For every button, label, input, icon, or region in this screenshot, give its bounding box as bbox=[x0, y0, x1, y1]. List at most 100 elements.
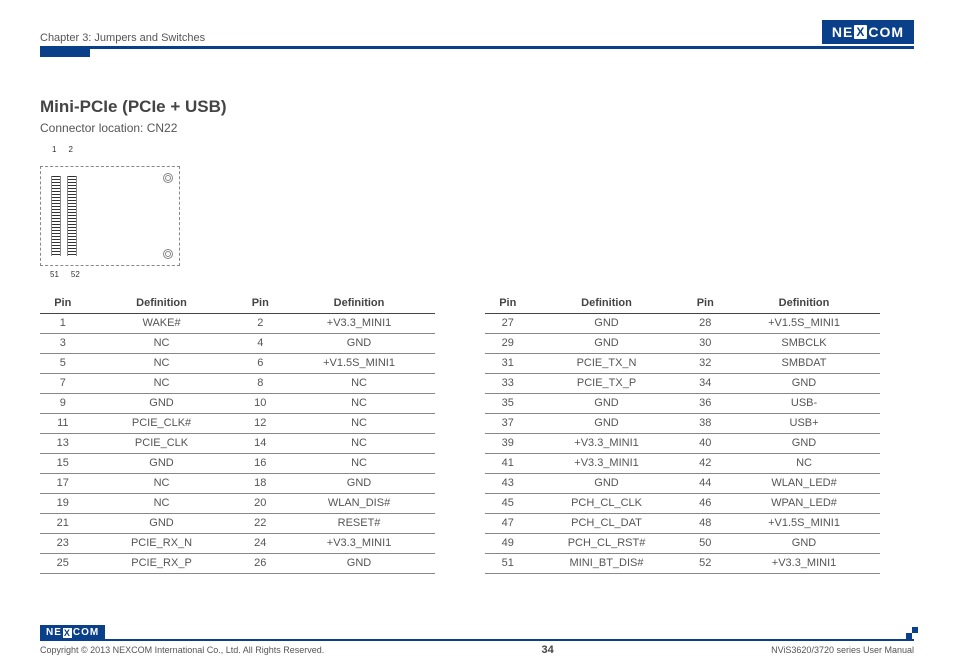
brand-left: NE bbox=[46, 627, 62, 638]
cell-definition: NC bbox=[283, 413, 435, 433]
cell-pin: 17 bbox=[40, 473, 86, 493]
cell-definition: PCIE_TX_P bbox=[531, 373, 683, 393]
table-row: 25PCIE_RX_P26GND bbox=[40, 553, 435, 573]
table-row: 21GND22RESET# bbox=[40, 513, 435, 533]
cell-pin: 33 bbox=[485, 373, 531, 393]
cell-definition: NC bbox=[86, 353, 238, 373]
table-row: 3NC4GND bbox=[40, 333, 435, 353]
cell-definition: +V1.5S_MINI1 bbox=[728, 513, 880, 533]
cell-definition: GND bbox=[283, 553, 435, 573]
cell-pin: 8 bbox=[237, 373, 283, 393]
footer-logo: NEXCOM bbox=[40, 625, 105, 640]
cell-definition: GND bbox=[283, 333, 435, 353]
cell-pin: 18 bbox=[237, 473, 283, 493]
table-row: 45PCH_CL_CLK46WPAN_LED# bbox=[485, 493, 880, 513]
th-def: Definition bbox=[728, 293, 880, 313]
cell-pin: 48 bbox=[682, 513, 728, 533]
cell-definition: SMBDAT bbox=[728, 353, 880, 373]
header-rule bbox=[40, 46, 914, 49]
cell-pin: 5 bbox=[40, 353, 86, 373]
cell-pin: 51 bbox=[485, 553, 531, 573]
cell-definition: PCH_CL_CLK bbox=[531, 493, 683, 513]
cell-pin: 50 bbox=[682, 533, 728, 553]
table-row: 1WAKE#2+V3.3_MINI1 bbox=[40, 313, 435, 333]
pin-label-52: 52 bbox=[71, 270, 80, 279]
table-row: 37GND38USB+ bbox=[485, 413, 880, 433]
cell-definition: PCIE_CLK# bbox=[86, 413, 238, 433]
cell-pin: 15 bbox=[40, 453, 86, 473]
cell-pin: 20 bbox=[237, 493, 283, 513]
th-pin: Pin bbox=[237, 293, 283, 313]
cell-pin: 2 bbox=[237, 313, 283, 333]
cell-pin: 32 bbox=[682, 353, 728, 373]
cell-definition: GND bbox=[531, 393, 683, 413]
table-row: 43GND44WLAN_LED# bbox=[485, 473, 880, 493]
cell-pin: 13 bbox=[40, 433, 86, 453]
cell-pin: 22 bbox=[237, 513, 283, 533]
pin-table-left: Pin Definition Pin Definition 1WAKE#2+V3… bbox=[40, 293, 435, 574]
pin-label-51: 51 bbox=[50, 270, 59, 279]
cell-pin: 19 bbox=[40, 493, 86, 513]
mount-hole-icon bbox=[163, 249, 173, 259]
table-row: 35GND36USB- bbox=[485, 393, 880, 413]
cell-pin: 4 bbox=[237, 333, 283, 353]
cell-definition: NC bbox=[283, 373, 435, 393]
pin-labels-top: 1 2 bbox=[40, 145, 914, 154]
cell-definition: MINI_BT_DIS# bbox=[531, 553, 683, 573]
table-row: 51MINI_BT_DIS#52+V3.3_MINI1 bbox=[485, 553, 880, 573]
cell-pin: 38 bbox=[682, 413, 728, 433]
cell-definition: PCIE_CLK bbox=[86, 433, 238, 453]
th-def: Definition bbox=[283, 293, 435, 313]
cell-pin: 21 bbox=[40, 513, 86, 533]
cell-pin: 45 bbox=[485, 493, 531, 513]
cell-pin: 3 bbox=[40, 333, 86, 353]
cell-definition: GND bbox=[283, 473, 435, 493]
table-row: 31PCIE_TX_N32SMBDAT bbox=[485, 353, 880, 373]
cell-pin: 6 bbox=[237, 353, 283, 373]
cell-pin: 1 bbox=[40, 313, 86, 333]
header-accent bbox=[40, 49, 90, 57]
cell-pin: 44 bbox=[682, 473, 728, 493]
cell-pin: 14 bbox=[237, 433, 283, 453]
mount-hole-icon bbox=[163, 173, 173, 183]
cell-pin: 52 bbox=[682, 553, 728, 573]
cell-definition: +V3.3_MINI1 bbox=[283, 313, 435, 333]
cell-definition: GND bbox=[531, 413, 683, 433]
corner-ornament-icon bbox=[906, 627, 918, 639]
cell-pin: 49 bbox=[485, 533, 531, 553]
chapter-title: Chapter 3: Jumpers and Switches bbox=[40, 32, 205, 44]
cell-definition: WLAN_DIS# bbox=[283, 493, 435, 513]
pin-label-2: 2 bbox=[68, 145, 72, 154]
th-pin: Pin bbox=[40, 293, 86, 313]
cell-pin: 24 bbox=[237, 533, 283, 553]
cell-definition: GND bbox=[728, 533, 880, 553]
cell-definition: GND bbox=[531, 333, 683, 353]
cell-definition: GND bbox=[531, 473, 683, 493]
pin-labels-bottom: 51 52 bbox=[40, 270, 914, 279]
table-row: 29GND30SMBCLK bbox=[485, 333, 880, 353]
cell-pin: 31 bbox=[485, 353, 531, 373]
cell-pin: 36 bbox=[682, 393, 728, 413]
table-row: 23PCIE_RX_N24+V3.3_MINI1 bbox=[40, 533, 435, 553]
cell-definition: +V3.3_MINI1 bbox=[531, 453, 683, 473]
cell-pin: 47 bbox=[485, 513, 531, 533]
brand-x-icon: X bbox=[854, 25, 867, 39]
pinstrip-left bbox=[51, 176, 61, 256]
cell-pin: 43 bbox=[485, 473, 531, 493]
cell-definition: +V3.3_MINI1 bbox=[283, 533, 435, 553]
cell-definition: +V3.3_MINI1 bbox=[728, 553, 880, 573]
th-pin: Pin bbox=[485, 293, 531, 313]
footer: NEXCOM Copyright © 2013 NEXCOM Internati… bbox=[40, 639, 914, 656]
cell-pin: 10 bbox=[237, 393, 283, 413]
th-pin: Pin bbox=[682, 293, 728, 313]
table-row: 15GND16NC bbox=[40, 453, 435, 473]
table-row: 33PCIE_TX_P34GND bbox=[485, 373, 880, 393]
cell-pin: 11 bbox=[40, 413, 86, 433]
cell-definition: WLAN_LED# bbox=[728, 473, 880, 493]
table-row: 7NC8NC bbox=[40, 373, 435, 393]
cell-pin: 40 bbox=[682, 433, 728, 453]
cell-pin: 41 bbox=[485, 453, 531, 473]
cell-pin: 28 bbox=[682, 313, 728, 333]
cell-pin: 27 bbox=[485, 313, 531, 333]
cell-definition: PCIE_RX_P bbox=[86, 553, 238, 573]
